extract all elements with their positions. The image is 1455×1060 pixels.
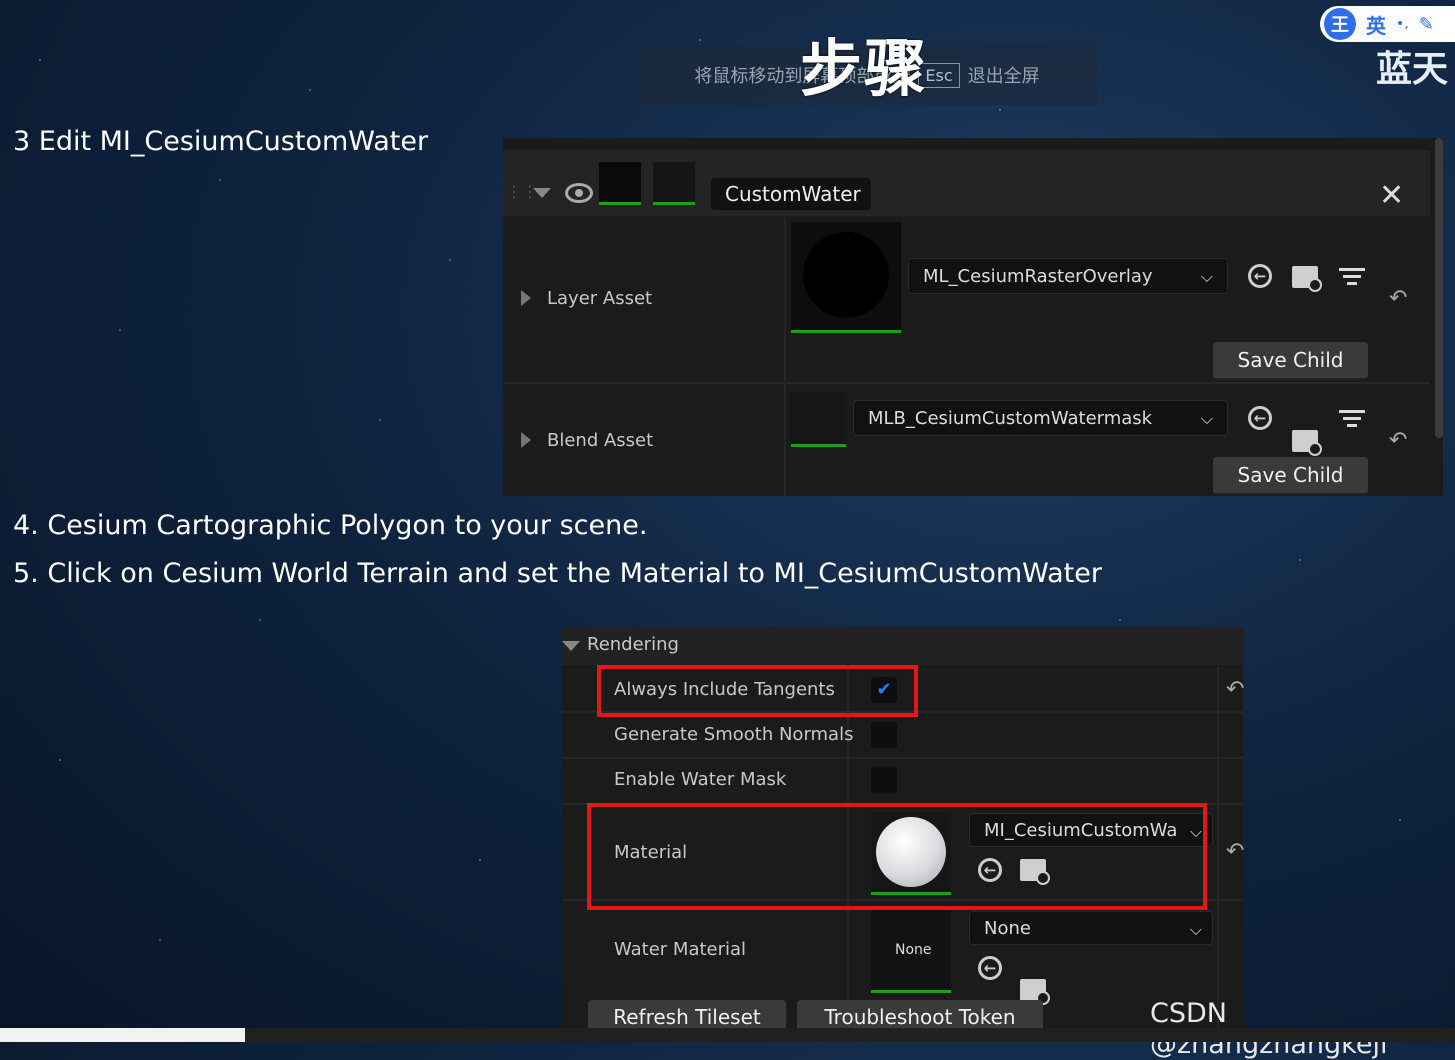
chevron-down-icon: ⌵ <box>1200 409 1213 428</box>
water-material-thumbnail[interactable]: None <box>871 910 951 993</box>
chevron-down-icon: ⌵ <box>1189 920 1202 939</box>
scrollbar[interactable] <box>1435 138 1443 438</box>
slide-title: 步骤 <box>800 32 929 105</box>
layer-name-field[interactable]: CustomWater <box>711 178 871 210</box>
layer-asset-combo[interactable]: ML_CesiumRasterOverlay ⌵ <box>908 258 1228 294</box>
water-material-value: None <box>984 917 1031 939</box>
generate-smooth-normals-label: Generate Smooth Normals <box>614 724 854 745</box>
layer-header: ⋮⋮ CustomWater ✕ <box>503 150 1430 214</box>
collapse-arrow-icon[interactable] <box>562 641 580 651</box>
collapse-arrow-icon[interactable] <box>533 188 551 198</box>
use-selected-icon[interactable]: ← <box>1248 264 1272 288</box>
enable-water-mask-checkbox[interactable] <box>871 767 897 793</box>
reset-icon[interactable]: ↶ <box>1226 839 1244 864</box>
taskbar <box>0 1028 1455 1042</box>
layer-asset-thumbnail[interactable] <box>791 222 901 333</box>
corner-text: 蓝天 <box>1376 49 1449 90</box>
blend-asset-thumbnail[interactable] <box>791 392 846 447</box>
divider <box>562 757 1243 759</box>
step-3-text: 3 Edit MI_CesiumCustomWater <box>13 126 429 157</box>
water-material-label: Water Material <box>614 939 747 960</box>
expand-arrow-icon[interactable] <box>521 290 531 306</box>
generate-smooth-normals-checkbox[interactable] <box>871 722 897 748</box>
expand-arrow-icon[interactable] <box>521 432 531 448</box>
browse-icon[interactable] <box>1020 979 1050 1005</box>
layer-thumbnail <box>599 162 641 205</box>
taskbar-search[interactable] <box>0 1028 245 1042</box>
rendering-section-header[interactable]: Rendering <box>562 627 1243 665</box>
use-selected-icon[interactable]: ← <box>1248 406 1272 430</box>
ime-toolbar[interactable]: 王 英 •, ✎ <box>1320 6 1455 42</box>
water-material-thumb-text: None <box>895 942 932 958</box>
ime-logo-icon[interactable]: 王 <box>1324 8 1356 40</box>
eye-icon[interactable] <box>565 183 593 203</box>
blend-asset-label: Blend Asset <box>547 430 654 451</box>
layer-asset-label: Layer Asset <box>547 288 653 309</box>
filter-icon[interactable] <box>1339 410 1365 427</box>
layer-asset-value: ML_CesiumRasterOverlay <box>923 265 1153 287</box>
fullscreen-hint-suffix: 退出全屏 <box>967 66 1040 87</box>
section-title: Rendering <box>587 634 679 655</box>
highlight-box-tangents <box>597 665 918 717</box>
step-5-text: 5. Click on Cesium World Terrain and set… <box>13 558 1102 589</box>
asset-preview-sphere <box>803 232 889 318</box>
browse-icon[interactable] <box>1292 430 1322 456</box>
divider <box>784 216 786 496</box>
chevron-down-icon: ⌵ <box>1200 267 1213 286</box>
reset-icon[interactable]: ↶ <box>1226 677 1244 702</box>
blend-thumbnail <box>653 162 695 205</box>
divider <box>1217 667 1219 1030</box>
blend-asset-combo[interactable]: MLB_CesiumCustomWatermask ⌵ <box>853 400 1228 436</box>
enable-water-mask-label: Enable Water Mask <box>614 769 787 790</box>
close-icon[interactable]: ✕ <box>1379 178 1404 213</box>
step-4-text: 4. Cesium Cartographic Polygon to your s… <box>13 510 648 541</box>
divider <box>503 214 1430 216</box>
water-material-combo[interactable]: None ⌵ <box>969 911 1213 945</box>
highlight-box-material <box>587 803 1207 910</box>
filter-icon[interactable] <box>1339 268 1365 285</box>
blend-asset-value: MLB_CesiumCustomWatermask <box>868 407 1153 429</box>
reset-icon[interactable]: ↶ <box>1389 286 1407 311</box>
material-layer-panel: ⋮⋮ CustomWater ✕ Layer Asset ML_CesiumRa… <box>503 138 1443 496</box>
ime-pen-icon[interactable]: ✎ <box>1419 14 1434 35</box>
ime-language-toggle[interactable]: 英 <box>1366 10 1386 39</box>
use-selected-icon[interactable]: ← <box>978 956 1002 980</box>
browse-icon[interactable] <box>1292 266 1322 292</box>
save-child-button[interactable]: Save Child <box>1213 457 1368 495</box>
divider <box>503 382 1430 384</box>
ime-punctuation-icon[interactable]: •, <box>1396 16 1409 32</box>
save-child-button[interactable]: Save Child <box>1213 342 1368 380</box>
reset-icon[interactable]: ↶ <box>1389 428 1407 453</box>
